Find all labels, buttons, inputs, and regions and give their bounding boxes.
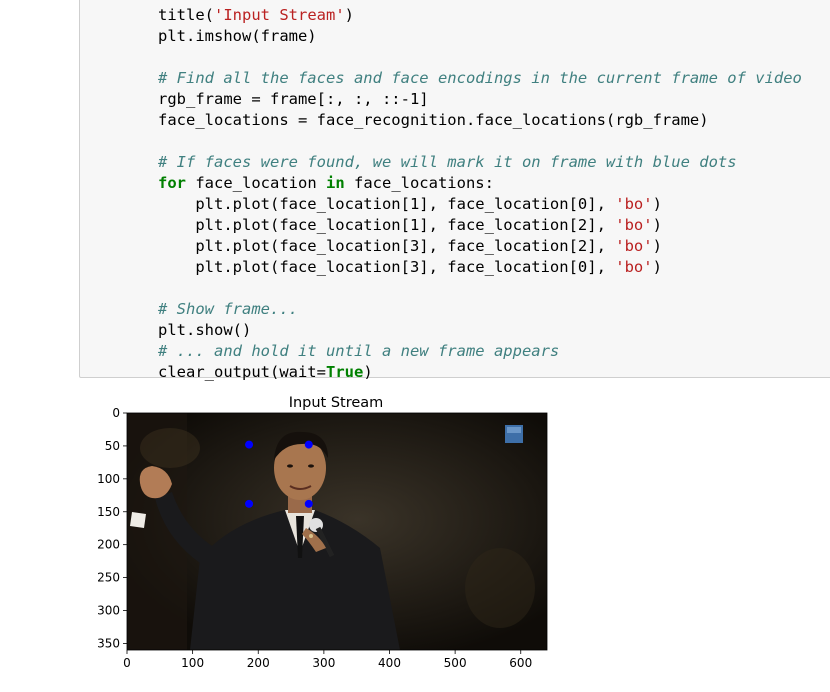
code-string: 'bo': [615, 216, 653, 234]
y-tick-label: 300: [97, 604, 120, 618]
y-tick-label: 250: [97, 571, 120, 585]
code-string: 'bo': [615, 237, 653, 255]
face-dot: [245, 499, 254, 508]
code-line: # ... and hold it until a new frame appe…: [158, 341, 559, 362]
x-tick-label: 100: [181, 656, 204, 670]
y-tick-label: 0: [112, 406, 120, 420]
x-tick-label: 600: [509, 656, 532, 670]
input-stream-chart: 0 100 200 300 400 500 600 0 50 100 150 200 250 300 350…: [97, 395, 548, 670]
cell-output: 0 100 200 300 400 500 600 0 50 100 150 200 250 300 350…: [80, 388, 560, 688]
code-line: rgb_frame = frame[:, :, ::-1]: [158, 89, 429, 110]
y-tick-label: 350: [97, 636, 120, 650]
x-tick-label: 300: [312, 656, 335, 670]
code-line: # If faces were found, we will mark it o…: [158, 152, 737, 173]
y-tick-label: 150: [97, 505, 120, 519]
face-dot: [304, 440, 313, 449]
face-dot: [304, 499, 313, 508]
code-line: # Show frame...: [158, 299, 298, 320]
y-tick-label: 50: [105, 439, 120, 453]
code-text: clear_output(wait=: [158, 363, 326, 381]
code-text: rgb_frame = frame[:, :, ::-1]: [158, 90, 429, 108]
code-line: face_locations = face_recognition.face_l…: [158, 110, 709, 131]
code-comment: # Find all the faces and face encodings …: [158, 69, 802, 87]
code-text: face_locations:: [344, 174, 494, 192]
code-text: plt.plot(face_location[1], face_location…: [158, 216, 616, 234]
code-line: plt.show(): [158, 320, 251, 341]
code-text: title(: [158, 6, 214, 24]
code-line: for face_location in face_locations:: [158, 173, 494, 194]
code-text: plt.imshow(frame): [158, 27, 317, 45]
code-text: plt.plot(face_location[1], face_location…: [158, 195, 616, 213]
code-comment: # Show frame...: [158, 300, 298, 318]
code-line: clear_output(wait=True): [158, 362, 373, 383]
code-text: plt.show(): [158, 321, 252, 339]
code-string: 'bo': [615, 195, 653, 213]
code-cell[interactable]: title('Input Stream') plt.imshow(frame) # …: [79, 0, 830, 381]
x-tick-label: 500: [444, 656, 467, 670]
code-string: 'Input Stream': [214, 6, 345, 24]
code-line: plt.imshow(frame): [158, 26, 317, 47]
code-text: plt.plot(face_location[3], face_location…: [158, 258, 616, 276]
code-line: plt.plot(face_location[3], face_location…: [158, 257, 662, 278]
code-text: face_location: [186, 174, 326, 192]
code-text: face_locations = face_recognition.face_l…: [158, 111, 709, 129]
code-line: # Find all the faces and face encodings …: [158, 68, 802, 89]
x-tick-label: 0: [123, 656, 131, 670]
code-line: title('Input Stream'): [158, 5, 354, 26]
video-frame-image: [127, 413, 547, 650]
code-keyword: for: [158, 174, 186, 192]
y-tick-label: 100: [97, 472, 120, 486]
code-comment: # ... and hold it until a new frame appe…: [158, 342, 560, 360]
face-dot: [245, 440, 254, 449]
x-tick-label: 200: [247, 656, 270, 670]
code-text: plt.plot(face_location[3], face_location…: [158, 237, 616, 255]
code-line: plt.plot(face_location[1], face_location…: [158, 215, 662, 236]
code-line: plt.plot(face_location[3], face_location…: [158, 236, 662, 257]
code-keyword: in: [325, 174, 345, 192]
code-text: ): [363, 363, 373, 381]
code-text: ): [652, 258, 662, 276]
code-text: ): [652, 195, 662, 213]
code-text: ): [652, 216, 662, 234]
x-tick-label: 400: [378, 656, 401, 670]
code-string: 'bo': [615, 258, 653, 276]
code-text: ): [344, 6, 354, 24]
code-keyword: True: [325, 363, 364, 381]
y-tick-label: 200: [97, 538, 120, 552]
code-line: plt.plot(face_location[1], face_location…: [158, 194, 662, 215]
code-text: ): [652, 237, 662, 255]
code-comment: # If faces were found, we will mark it o…: [158, 153, 737, 171]
chart-title: Input Stream: [289, 395, 384, 411]
